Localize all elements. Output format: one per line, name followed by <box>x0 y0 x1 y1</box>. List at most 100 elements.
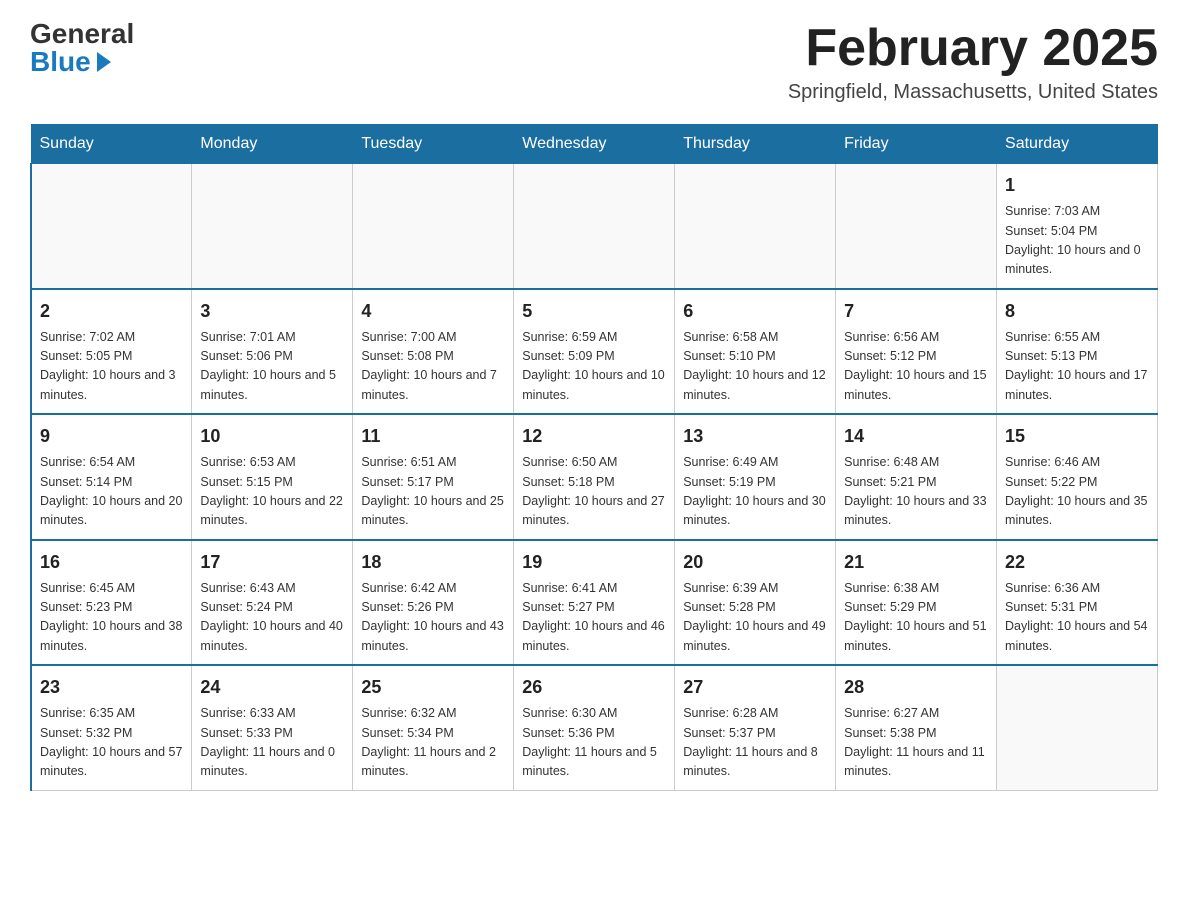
day-info: Sunrise: 6:48 AMSunset: 5:21 PMDaylight:… <box>844 453 988 531</box>
logo: General Blue <box>30 20 134 76</box>
day-info: Sunrise: 6:53 AMSunset: 5:15 PMDaylight:… <box>200 453 344 531</box>
sunset-text: Sunset: 5:37 PM <box>683 726 775 740</box>
day-number: 8 <box>1005 298 1149 325</box>
sunset-text: Sunset: 5:18 PM <box>522 475 614 489</box>
day-number: 17 <box>200 549 344 576</box>
sunrise-text: Sunrise: 6:56 AM <box>844 330 939 344</box>
day-number: 2 <box>40 298 183 325</box>
day-info: Sunrise: 7:01 AMSunset: 5:06 PMDaylight:… <box>200 328 344 406</box>
sunrise-text: Sunrise: 7:01 AM <box>200 330 295 344</box>
calendar-day-cell: 19Sunrise: 6:41 AMSunset: 5:27 PMDayligh… <box>514 540 675 666</box>
sunrise-text: Sunrise: 6:45 AM <box>40 581 135 595</box>
daylight-text: Daylight: 10 hours and 27 minutes. <box>522 494 664 527</box>
logo-general-text: General <box>30 20 134 48</box>
sunset-text: Sunset: 5:13 PM <box>1005 349 1097 363</box>
day-info: Sunrise: 6:50 AMSunset: 5:18 PMDaylight:… <box>522 453 666 531</box>
sunrise-text: Sunrise: 6:59 AM <box>522 330 617 344</box>
calendar-day-cell <box>31 164 192 289</box>
calendar-day-cell: 25Sunrise: 6:32 AMSunset: 5:34 PMDayligh… <box>353 665 514 790</box>
sunrise-text: Sunrise: 6:39 AM <box>683 581 778 595</box>
day-number: 3 <box>200 298 344 325</box>
sunrise-text: Sunrise: 6:43 AM <box>200 581 295 595</box>
calendar-day-cell: 12Sunrise: 6:50 AMSunset: 5:18 PMDayligh… <box>514 414 675 540</box>
day-info: Sunrise: 7:00 AMSunset: 5:08 PMDaylight:… <box>361 328 505 406</box>
day-number: 1 <box>1005 172 1149 199</box>
daylight-text: Daylight: 11 hours and 8 minutes. <box>683 745 818 778</box>
sunrise-text: Sunrise: 6:46 AM <box>1005 455 1100 469</box>
day-info: Sunrise: 6:49 AMSunset: 5:19 PMDaylight:… <box>683 453 827 531</box>
sunset-text: Sunset: 5:08 PM <box>361 349 453 363</box>
daylight-text: Daylight: 10 hours and 54 minutes. <box>1005 619 1147 652</box>
day-info: Sunrise: 6:43 AM Sunset: 5:24 PM Daylight:… <box>200 579 344 657</box>
day-of-week-header: Thursday <box>675 125 836 164</box>
calendar-day-cell: 4Sunrise: 7:00 AMSunset: 5:08 PMDaylight… <box>353 289 514 415</box>
calendar-day-cell: 10 Sunrise: 6:53 AMSunset: 5:15 PMDayligh… <box>192 414 353 540</box>
sunset-text: Sunset: 5:06 PM <box>200 349 292 363</box>
daylight-text: Daylight: 10 hours and 49 minutes. <box>683 619 825 652</box>
daylight-text: Daylight: 10 hours and 35 minutes. <box>1005 494 1147 527</box>
day-info: Sunrise: 6:54 AMSunset: 5:14 PMDaylight:… <box>40 453 183 531</box>
location-subtitle: Springfield, Massachusetts, United State… <box>788 81 1158 104</box>
sunset-text: Sunset: 5:04 PM <box>1005 224 1097 238</box>
daylight-text: Daylight: 10 hours and 43 minutes. <box>361 619 503 652</box>
day-number: 19 <box>522 549 666 576</box>
daylight-text: Daylight: 11 hours and 2 minutes. <box>361 745 496 778</box>
sunrise-text: Sunrise: 6:54 AM <box>40 455 135 469</box>
sunrise-text: Sunrise: 6:35 AM <box>40 706 135 720</box>
sunrise-text: Sunrise: 6:55 AM <box>1005 330 1100 344</box>
sunrise-text: Sunrise: 6:36 AM <box>1005 581 1100 595</box>
calendar-day-cell <box>192 164 353 289</box>
day-info: Sunrise: 6:45 AMSunset: 5:23 PMDaylight:… <box>40 579 183 657</box>
logo-blue-text: Blue <box>30 48 111 76</box>
calendar-day-cell: 14Sunrise: 6:48 AMSunset: 5:21 PMDayligh… <box>836 414 997 540</box>
day-number: 16 <box>40 549 183 576</box>
sunset-text: Sunset: 5:17 PM <box>361 475 453 489</box>
day-number: 23 <box>40 674 183 701</box>
daylight-text: Daylight: 10 hours and 40 minutes. <box>200 619 342 652</box>
day-info: Sunrise: 7:03 AMSunset: 5:04 PMDaylight:… <box>1005 202 1149 280</box>
calendar-week-row: 16 Sunrise: 6:45 AMSunset: 5:23 PMDayligh… <box>31 540 1158 666</box>
sunrise-text: Sunrise: 6:58 AM <box>683 330 778 344</box>
sunset-text: Sunset: 5:10 PM <box>683 349 775 363</box>
sunrise-text: Sunrise: 6:41 AM <box>522 581 617 595</box>
day-info: Sunrise: 6:28 AMSunset: 5:37 PMDaylight:… <box>683 704 827 782</box>
daylight-text: Daylight: 11 hours and 0 minutes. <box>200 745 335 778</box>
title-area: February 2025 Springfield, Massachusetts… <box>788 20 1158 104</box>
day-number: 26 <box>522 674 666 701</box>
page-header: General Blue February 2025 Springfield, … <box>30 20 1158 104</box>
calendar-day-cell: 17 Sunrise: 6:43 AM Sunset: 5:24 PM Dayligh… <box>192 540 353 666</box>
calendar-day-cell: 16 Sunrise: 6:45 AMSunset: 5:23 PMDayligh… <box>31 540 192 666</box>
day-number: 28 <box>844 674 988 701</box>
day-number: 10 <box>200 423 344 450</box>
logo-arrow-icon <box>97 52 111 72</box>
sunrise-text: Sunrise: 6:49 AM <box>683 455 778 469</box>
day-number: 18 <box>361 549 505 576</box>
day-info: Sunrise: 6:55 AMSunset: 5:13 PMDaylight:… <box>1005 328 1149 406</box>
day-info: Sunrise: 6:35 AMSunset: 5:32 PMDaylight:… <box>40 704 183 782</box>
calendar-day-cell <box>353 164 514 289</box>
daylight-text: Daylight: 10 hours and 51 minutes. <box>844 619 986 652</box>
sunrise-text: Sunrise: 6:42 AM <box>361 581 456 595</box>
sunrise-text: Sunrise: 6:30 AM <box>522 706 617 720</box>
calendar-day-cell <box>997 665 1158 790</box>
sunset-text: Sunset: 5:31 PM <box>1005 600 1097 614</box>
day-number: 6 <box>683 298 827 325</box>
sunset-text: Sunset: 5:14 PM <box>40 475 132 489</box>
sunset-text: Sunset: 5:38 PM <box>844 726 936 740</box>
day-of-week-header: Friday <box>836 125 997 164</box>
calendar-day-cell: 21Sunrise: 6:38 AMSunset: 5:29 PMDayligh… <box>836 540 997 666</box>
day-of-week-header: Wednesday <box>514 125 675 164</box>
calendar-day-cell: 8Sunrise: 6:55 AMSunset: 5:13 PMDaylight… <box>997 289 1158 415</box>
daylight-text: Daylight: 10 hours and 12 minutes. <box>683 368 825 401</box>
sunset-text: Sunset: 5:33 PM <box>200 726 292 740</box>
day-number: 5 <box>522 298 666 325</box>
sunset-text: Sunset: 5:24 PM <box>200 600 292 614</box>
day-of-week-header: Tuesday <box>353 125 514 164</box>
sunset-text: Sunset: 5:26 PM <box>361 600 453 614</box>
sunset-text: Sunset: 5:09 PM <box>522 349 614 363</box>
day-number: 25 <box>361 674 505 701</box>
daylight-text: Daylight: 10 hours and 0 minutes. <box>1005 243 1141 276</box>
day-info: Sunrise: 6:39 AMSunset: 5:28 PMDaylight:… <box>683 579 827 657</box>
day-info: Sunrise: 6:46 AMSunset: 5:22 PMDaylight:… <box>1005 453 1149 531</box>
day-number: 20 <box>683 549 827 576</box>
